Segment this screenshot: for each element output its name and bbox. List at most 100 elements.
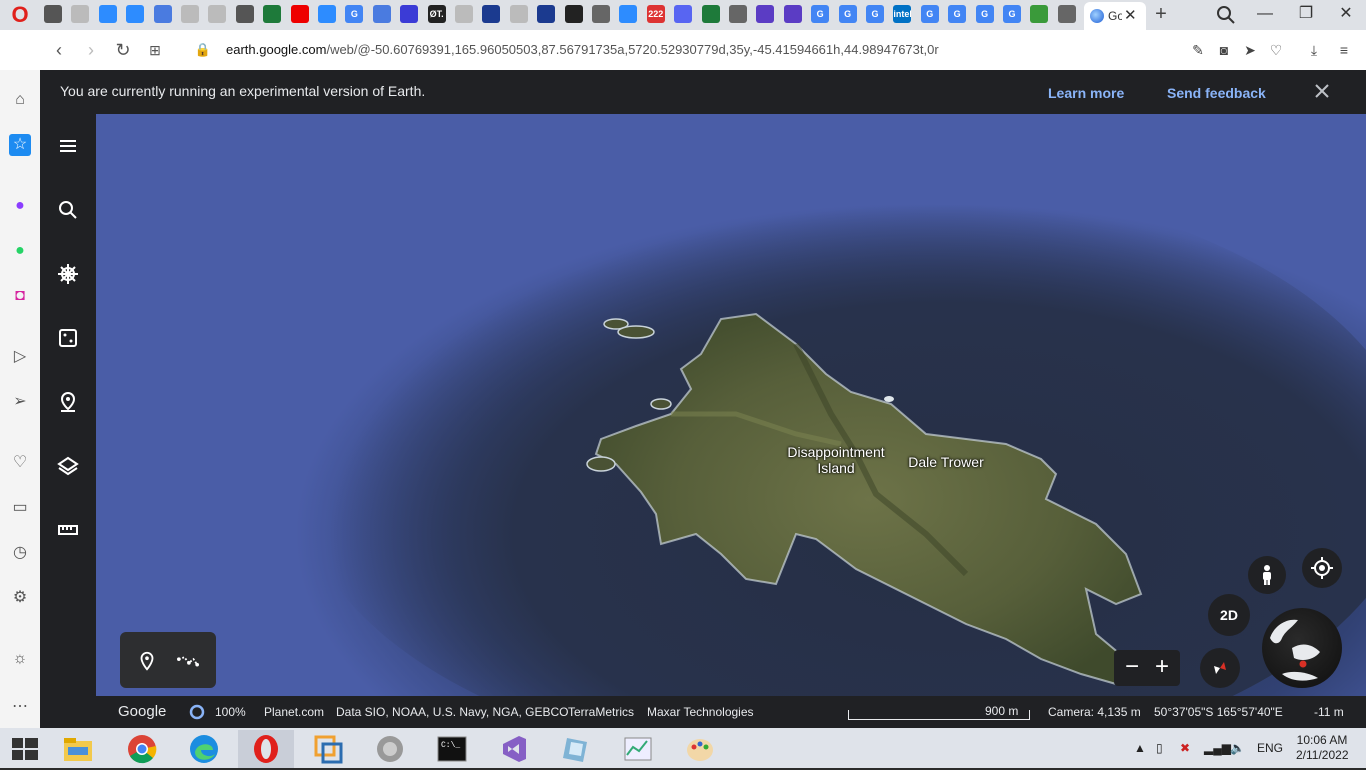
edge-icon[interactable] bbox=[176, 730, 232, 768]
label-disappointment-island[interactable]: Disappointment Island bbox=[780, 444, 892, 476]
draw-path-icon[interactable] bbox=[176, 650, 200, 672]
pegman-streetview-button[interactable] bbox=[1248, 556, 1286, 594]
tab-icon-5[interactable] bbox=[153, 5, 172, 23]
clock[interactable]: 10:06 AM 2/11/2022 bbox=[1296, 733, 1349, 763]
speed-dial-icon[interactable]: ⊞ bbox=[144, 39, 166, 61]
attribution-planet[interactable]: Planet.com bbox=[264, 705, 324, 719]
tab-icon-28[interactable] bbox=[783, 5, 802, 23]
compass-button[interactable] bbox=[1200, 648, 1240, 688]
projects-pin-icon[interactable] bbox=[56, 390, 80, 414]
measure-ruler-icon[interactable] bbox=[56, 518, 80, 542]
tab-icon-14[interactable] bbox=[400, 5, 419, 23]
windows-start-icon[interactable] bbox=[12, 738, 38, 760]
tab-icon-9[interactable] bbox=[263, 5, 282, 23]
home-icon[interactable]: ⌂ bbox=[9, 89, 31, 111]
map-style-layers-icon[interactable] bbox=[56, 454, 80, 478]
show-hidden-icons[interactable]: ▲ bbox=[1134, 741, 1146, 755]
tab-icon-11[interactable] bbox=[318, 5, 336, 23]
new-tab-button[interactable]: + bbox=[1150, 3, 1172, 25]
tab-icon-2[interactable] bbox=[71, 5, 90, 23]
lock-icon[interactable]: 🔒 bbox=[192, 39, 214, 61]
opera-logo-icon[interactable]: O bbox=[6, 4, 34, 26]
opera-taskbar-icon[interactable] bbox=[238, 730, 294, 768]
camera-icon[interactable]: ◙ bbox=[1214, 40, 1234, 60]
file-explorer-icon[interactable] bbox=[50, 730, 106, 768]
tab-icon-38[interactable] bbox=[1057, 5, 1076, 23]
settings-gear-icon[interactable]: ⚙ bbox=[9, 587, 31, 609]
volume-icon[interactable]: 🔈 bbox=[1230, 741, 1245, 755]
speaker-app-icon[interactable] bbox=[362, 730, 418, 768]
instagram-icon[interactable]: ◘ bbox=[9, 285, 31, 307]
notes-app-icon[interactable] bbox=[548, 730, 604, 768]
tab-icon-36[interactable]: G bbox=[1003, 5, 1021, 23]
tab-icon-35[interactable]: G bbox=[975, 5, 994, 23]
chart-app-icon[interactable] bbox=[610, 730, 666, 768]
tab-icon-1[interactable] bbox=[44, 5, 62, 23]
tab-icon-25[interactable] bbox=[701, 5, 720, 23]
tab-icon-27[interactable] bbox=[756, 5, 775, 23]
tab-icon-37[interactable] bbox=[1030, 5, 1049, 23]
tabs-icon[interactable]: ▭ bbox=[9, 497, 31, 519]
tab-icon-19[interactable] bbox=[537, 5, 556, 23]
tab-icon-20[interactable] bbox=[564, 5, 583, 23]
close-tab-icon[interactable]: ✕ bbox=[1124, 6, 1137, 24]
tab-icon-13[interactable] bbox=[372, 5, 391, 23]
easy-setup-icon[interactable]: ≡ bbox=[1334, 40, 1354, 60]
active-tab[interactable]: Go ✕ bbox=[1084, 2, 1146, 30]
reload-icon[interactable]: ↻ bbox=[112, 39, 134, 61]
lightbulb-icon[interactable]: ☼ bbox=[9, 648, 31, 670]
attribution-data[interactable]: Data SIO, NOAA, U.S. Navy, NGA, GEBCO bbox=[336, 705, 569, 719]
learn-more-link[interactable]: Learn more bbox=[1048, 85, 1124, 101]
minimize-button[interactable]: — bbox=[1248, 3, 1282, 25]
chrome-icon[interactable] bbox=[114, 730, 170, 768]
tab-icon-23[interactable]: 222 bbox=[646, 5, 665, 23]
input-language[interactable]: ENG bbox=[1257, 741, 1283, 755]
attribution-maxar[interactable]: Maxar Technologies bbox=[647, 705, 754, 719]
back-button[interactable]: ‹ bbox=[48, 39, 70, 61]
tab-icon-7[interactable] bbox=[208, 5, 227, 23]
devices-tray-icon[interactable]: ▯ bbox=[1156, 741, 1163, 755]
virtualbox-icon[interactable] bbox=[300, 730, 356, 768]
tab-icon-16[interactable] bbox=[455, 5, 473, 23]
terminal-icon[interactable]: C:\_ bbox=[424, 730, 480, 768]
add-placemark-icon[interactable] bbox=[136, 650, 158, 672]
tab-icon-30[interactable]: G bbox=[838, 5, 857, 23]
window-close-button[interactable]: ✕ bbox=[1329, 3, 1363, 25]
player-icon[interactable]: ▷ bbox=[9, 346, 31, 368]
tab-icon-18[interactable] bbox=[509, 5, 528, 23]
tab-icon-31[interactable]: G bbox=[866, 5, 884, 23]
bookmarks-icon[interactable]: ☆ bbox=[9, 134, 31, 156]
flow-send-icon[interactable]: ➢ bbox=[9, 391, 31, 413]
send-icon[interactable]: ➤ bbox=[1240, 40, 1260, 60]
tab-icon-33[interactable]: G bbox=[920, 5, 939, 23]
download-icon[interactable]: ⤓ bbox=[1304, 40, 1324, 60]
tab-icon-4[interactable] bbox=[126, 5, 145, 23]
messenger-icon[interactable]: ● bbox=[9, 195, 31, 217]
feeling-lucky-dice-icon[interactable] bbox=[56, 326, 80, 350]
tab-icon-15[interactable]: ØT. bbox=[427, 5, 446, 23]
attribution-terrametrics[interactable]: TerraMetrics bbox=[568, 705, 634, 719]
tab-icon-32[interactable]: intel bbox=[893, 5, 912, 23]
maximize-button[interactable]: ❐ bbox=[1289, 3, 1323, 25]
tab-search-icon[interactable] bbox=[1216, 5, 1236, 25]
voyager-wheel-icon[interactable] bbox=[56, 262, 80, 286]
earth-map-view[interactable]: Disappointment Island Dale Trower bbox=[96, 114, 1366, 696]
tab-icon-29[interactable]: G bbox=[811, 5, 830, 23]
tab-icon-8[interactable] bbox=[235, 5, 254, 23]
url-field[interactable]: earth.google.com/web/@-50.60769391,165.9… bbox=[226, 42, 939, 57]
tab-icon-21[interactable] bbox=[592, 5, 610, 23]
tab-icon-3[interactable] bbox=[98, 5, 117, 23]
mini-globe[interactable] bbox=[1262, 608, 1342, 688]
visual-studio-icon[interactable] bbox=[486, 730, 542, 768]
forward-button[interactable]: › bbox=[80, 39, 102, 61]
banner-close-icon[interactable] bbox=[1312, 81, 1332, 101]
menu-icon[interactable] bbox=[56, 134, 80, 158]
network-error-icon[interactable]: ✖ bbox=[1180, 741, 1190, 755]
wifi-signal-icon[interactable]: ▂▄▆ bbox=[1204, 741, 1231, 755]
more-icon[interactable]: ⋯ bbox=[9, 696, 31, 718]
history-icon[interactable]: ◷ bbox=[9, 542, 31, 564]
favorites-heart-icon[interactable]: ♡ bbox=[9, 452, 31, 474]
tab-icon-17[interactable] bbox=[482, 5, 501, 23]
tab-icon-26[interactable] bbox=[729, 5, 747, 23]
toggle-2d-button[interactable]: 2D bbox=[1208, 594, 1250, 636]
